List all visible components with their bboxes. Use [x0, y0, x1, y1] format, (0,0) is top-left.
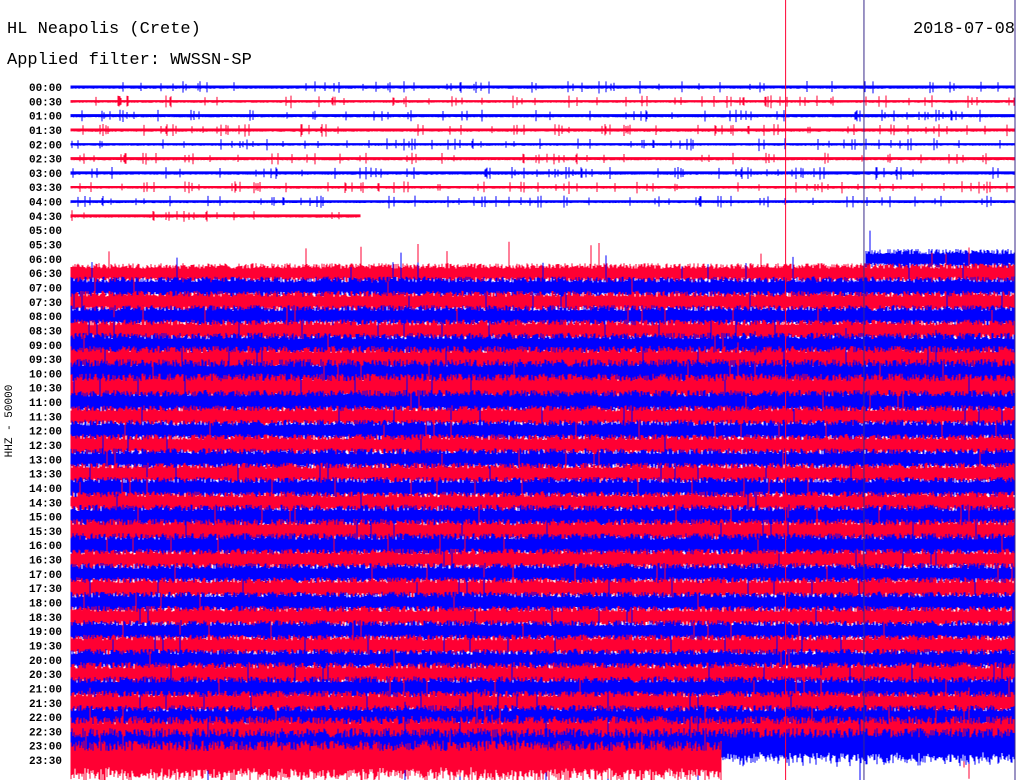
row-time-label: 05:00: [29, 226, 62, 238]
row-time-label: 08:30: [29, 326, 62, 338]
trace-row: [70, 124, 1016, 137]
row-time-label: 11:30: [29, 412, 62, 424]
trace-row: [70, 138, 1016, 152]
row-time-label: 17:30: [29, 584, 62, 596]
row-time-label: 22:30: [29, 727, 62, 739]
row-time-label: 07:00: [29, 283, 62, 295]
helicorder-plot: 00:00 00:30 01:00 01:30 02:00 02:30 03:00 03:30…: [29, 0, 1016, 780]
trace-row: [70, 109, 1016, 123]
row-time-label: 13:00: [29, 455, 62, 467]
row-time-label: 18:30: [29, 613, 62, 625]
row-time-label: 12:00: [29, 427, 62, 439]
row-time-label: 02:30: [29, 155, 62, 167]
trace-row: [70, 95, 1016, 109]
row-time-label: 10:00: [29, 369, 62, 381]
row-time-label: 20:30: [29, 670, 62, 682]
row-time-label: 10:30: [29, 384, 62, 396]
row-time-label: 20:00: [29, 656, 62, 668]
row-time-label: 04:30: [29, 212, 62, 224]
row-time-label: 08:00: [29, 312, 62, 324]
row-time-label: 15:00: [29, 513, 62, 525]
row-time-label: 23:00: [29, 742, 62, 754]
trace-row: [70, 181, 1016, 194]
row-time-label: 13:30: [29, 470, 62, 482]
row-time-label: 07:30: [29, 298, 62, 310]
row-time-label: 15:30: [29, 527, 62, 539]
row-time-label: 06:00: [29, 255, 62, 267]
row-time-label: 21:00: [29, 684, 62, 696]
row-time-label: 03:30: [29, 183, 62, 195]
row-time-label: 23:30: [29, 756, 62, 768]
row-time-label: 18:00: [29, 599, 62, 611]
trace-row: [70, 81, 1016, 94]
row-time-label: 14:30: [29, 498, 62, 510]
row-time-label: 12:30: [29, 441, 62, 453]
row-time-label: 21:30: [29, 699, 62, 711]
row-time-label: 06:30: [29, 269, 62, 281]
trace-row: [70, 210, 361, 222]
row-time-label: 11:00: [29, 398, 62, 410]
row-time-label: 05:30: [29, 241, 62, 253]
row-time-label: 02:00: [29, 140, 62, 152]
row-time-label: 09:00: [29, 341, 62, 353]
row-time-label: 09:30: [29, 355, 62, 367]
row-time-label: 22:00: [29, 713, 62, 725]
row-time-label: 19:00: [29, 627, 62, 639]
row-time-label: 01:00: [29, 112, 62, 124]
row-time-label: 16:30: [29, 556, 62, 568]
row-time-label: 03:00: [29, 169, 62, 181]
trace-row: [70, 152, 1016, 165]
row-time-label: 01:30: [29, 126, 62, 138]
row-time-label: 19:30: [29, 641, 62, 653]
trace-row: [70, 167, 1016, 180]
trace-row: [70, 195, 1016, 209]
row-time-label: 00:00: [29, 83, 62, 95]
row-time-label: 16:00: [29, 541, 62, 553]
row-time-label: 04:00: [29, 198, 62, 210]
row-time-label: 17:00: [29, 570, 62, 582]
row-time-label: 00:30: [29, 97, 62, 109]
row-time-label: 14:00: [29, 484, 62, 496]
